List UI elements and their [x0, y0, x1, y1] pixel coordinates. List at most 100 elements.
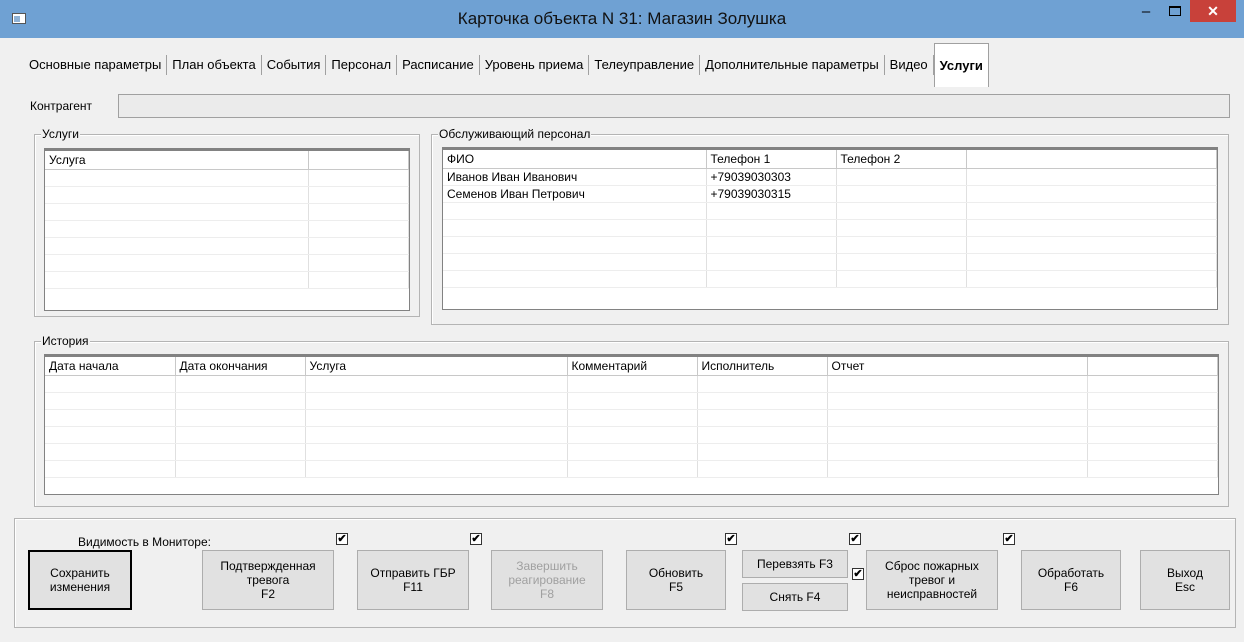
table-row[interactable]: [443, 270, 1217, 288]
services-grid[interactable]: Услуга: [44, 148, 410, 311]
send-gbr-label: Отправить ГБР: [370, 566, 456, 580]
fire-alarm-reset-button[interactable]: Сброс пожарных тревог и неисправностей: [866, 550, 998, 610]
window-title: Карточка объекта N 31: Магазин Золушка: [457, 9, 787, 28]
column-header-extra[interactable]: [966, 150, 1217, 169]
fire-reset-label-3: неисправностей: [886, 587, 978, 601]
cell-phone2: [836, 185, 967, 203]
tab-services[interactable]: Услуги: [933, 43, 989, 87]
finish-response-button[interactable]: Завершить реагирование F8: [491, 550, 603, 610]
remove-label: Снять F4: [769, 590, 821, 604]
exit-button[interactable]: Выход Esc: [1140, 550, 1230, 610]
reassign-button[interactable]: Перевзять F3: [742, 550, 848, 578]
send-gbr-button[interactable]: Отправить ГБР F11: [357, 550, 469, 610]
cell-extra: [966, 168, 1217, 186]
title-bar[interactable]: Карточка объекта N 31: Магазин Золушка –…: [0, 0, 1244, 38]
table-row[interactable]: Семенов Иван Петрович +79039030315: [443, 185, 1217, 203]
visibility-checkbox-remove[interactable]: ✔: [852, 568, 864, 580]
finish-response-label-2: реагирование: [508, 573, 586, 587]
cell-phone1: +79039030303: [706, 168, 837, 186]
history-group-title: История: [41, 334, 90, 348]
table-row[interactable]: [45, 169, 409, 187]
table-row[interactable]: [45, 426, 1218, 444]
remove-button[interactable]: Снять F4: [742, 583, 848, 611]
column-header-comment[interactable]: Комментарий: [567, 357, 698, 376]
tab-personnel[interactable]: Персонал: [326, 55, 398, 75]
exit-hotkey: Esc: [1174, 580, 1195, 594]
table-row[interactable]: [443, 202, 1217, 220]
exit-label: Выход: [1167, 566, 1203, 580]
column-header-phone2[interactable]: Телефон 2: [836, 150, 967, 169]
visibility-checkbox-send-gbr[interactable]: ✔: [470, 533, 482, 545]
tab-object-plan[interactable]: План объекта: [167, 55, 262, 75]
minimize-button[interactable]: –: [1133, 0, 1159, 24]
contractor-label: Контрагент: [30, 99, 93, 113]
table-row[interactable]: [443, 253, 1217, 271]
tab-additional-params[interactable]: Дополнительные параметры: [700, 55, 885, 75]
reassign-label: Перевзять F3: [757, 557, 833, 571]
tab-video[interactable]: Видео: [885, 55, 934, 75]
refresh-button[interactable]: Обновить F5: [626, 550, 726, 610]
table-row[interactable]: [45, 375, 1218, 393]
finish-response-label: Завершить: [516, 559, 578, 573]
column-header-end-date[interactable]: Дата окончания: [175, 357, 306, 376]
table-row[interactable]: Иванов Иван Иванович +79039030303: [443, 168, 1217, 186]
tab-events[interactable]: События: [262, 55, 327, 75]
tab-schedule[interactable]: Расписание: [397, 55, 480, 75]
table-row[interactable]: [45, 271, 409, 289]
maximize-button[interactable]: [1162, 0, 1188, 24]
visibility-checkbox-refresh[interactable]: ✔: [725, 533, 737, 545]
visibility-checkbox-reassign[interactable]: ✔: [849, 533, 861, 545]
table-row[interactable]: [45, 392, 1218, 410]
column-header-executor[interactable]: Исполнитель: [697, 357, 828, 376]
column-header-extra[interactable]: [308, 151, 409, 170]
table-row[interactable]: [443, 219, 1217, 237]
column-header-extra[interactable]: [1087, 357, 1218, 376]
column-header-fio[interactable]: ФИО: [443, 150, 707, 169]
column-header-start-date[interactable]: Дата начала: [45, 357, 176, 376]
column-header-service[interactable]: Услуга: [305, 357, 568, 376]
table-row[interactable]: [45, 203, 409, 221]
contractor-field[interactable]: [118, 94, 1230, 118]
process-hotkey: F6: [1063, 580, 1078, 594]
staff-group-title: Обслуживающий персонал: [438, 127, 592, 141]
fire-reset-label-2: тревог и: [908, 573, 956, 587]
tab-telecontrol[interactable]: Телеуправление: [589, 55, 701, 75]
confirmed-alarm-label: Подтвержденная: [220, 559, 316, 573]
save-button-label: Сохранить: [50, 566, 110, 580]
staff-grid[interactable]: ФИО Телефон 1 Телефон 2 Иванов Иван Иван…: [442, 147, 1218, 310]
column-header-phone1[interactable]: Телефон 1: [706, 150, 837, 169]
send-gbr-hotkey: F11: [403, 580, 423, 594]
confirmed-alarm-label-2: тревога: [246, 573, 290, 587]
close-button[interactable]: ✕: [1190, 0, 1236, 22]
visibility-checkbox-confirmed[interactable]: ✔: [336, 533, 348, 545]
column-header-service[interactable]: Услуга: [45, 151, 309, 170]
table-row[interactable]: [45, 460, 1218, 478]
tab-main-params[interactable]: Основные параметры: [24, 55, 168, 75]
process-button[interactable]: Обработать F6: [1021, 550, 1121, 610]
table-row[interactable]: [45, 409, 1218, 427]
fire-reset-label: Сброс пожарных: [885, 559, 979, 573]
visibility-checkbox-fire-reset[interactable]: ✔: [1003, 533, 1015, 545]
table-row[interactable]: [45, 220, 409, 238]
table-row[interactable]: [45, 186, 409, 204]
tab-reception-level[interactable]: Уровень приема: [480, 55, 590, 75]
table-row[interactable]: [45, 443, 1218, 461]
cell-extra: [966, 185, 1217, 203]
cell-fio: Семенов Иван Петрович: [443, 185, 707, 203]
visibility-label: Видимость в Мониторе:: [78, 535, 211, 549]
column-header-report[interactable]: Отчет: [827, 357, 1088, 376]
refresh-label: Обновить: [648, 566, 704, 580]
table-row[interactable]: [45, 254, 409, 272]
save-changes-button[interactable]: Сохранить изменения: [28, 550, 132, 610]
table-row[interactable]: [45, 237, 409, 255]
cell-fio: Иванов Иван Иванович: [443, 168, 707, 186]
cell-phone1: +79039030315: [706, 185, 837, 203]
tab-bar: Основные параметры План объекта События …: [24, 43, 989, 87]
table-row[interactable]: [443, 236, 1217, 254]
process-label: Обработать: [1037, 566, 1105, 580]
confirmed-alarm-button[interactable]: Подтвержденная тревога F2: [202, 550, 334, 610]
cell-phone2: [836, 168, 967, 186]
maximize-icon: [1169, 6, 1181, 16]
history-grid[interactable]: Дата начала Дата окончания Услуга Коммен…: [44, 354, 1219, 495]
confirmed-alarm-hotkey: F2: [260, 587, 275, 601]
